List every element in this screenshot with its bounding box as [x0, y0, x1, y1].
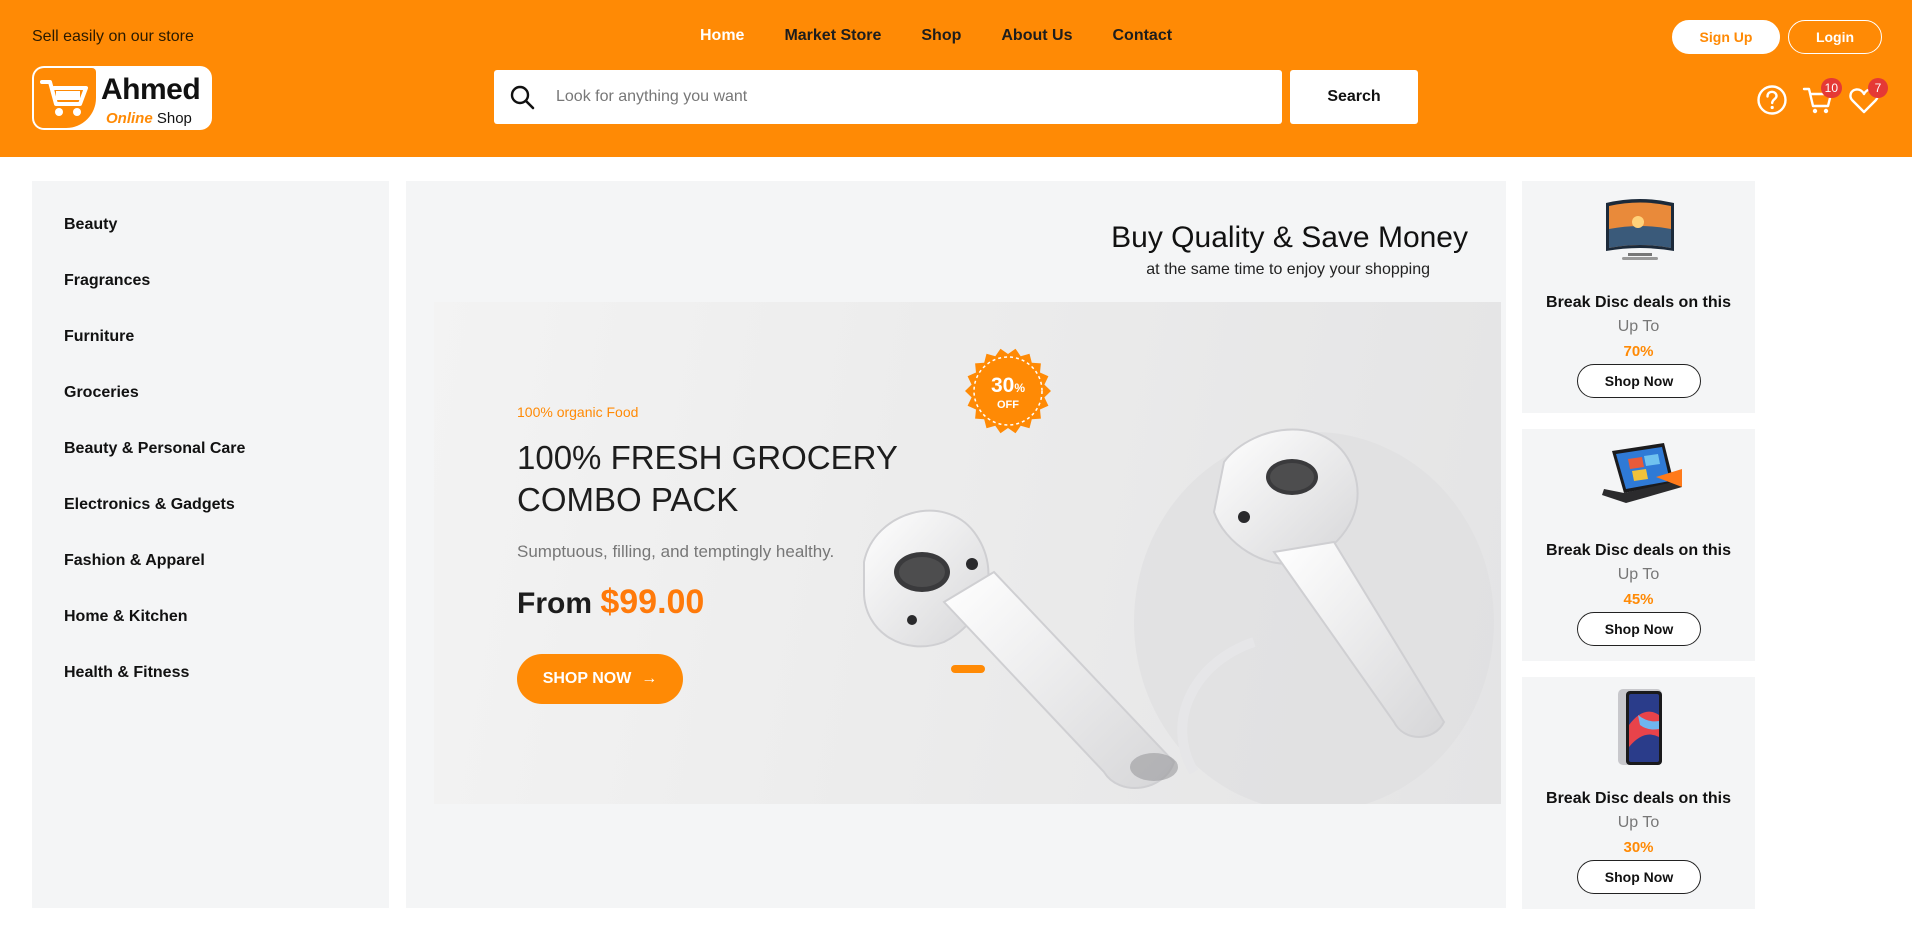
- slide-description: Sumptuous, filling, and temptingly healt…: [517, 542, 835, 561]
- site-header: Sell easily on our store Home Market Sto…: [0, 0, 1912, 157]
- slide-kicker: 100% organic Food: [517, 404, 639, 420]
- category-beauty[interactable]: Beauty: [32, 197, 389, 253]
- header-tagline: Sell easily on our store: [32, 28, 194, 45]
- category-home-kitchen[interactable]: Home & Kitchen: [32, 589, 389, 645]
- logo-name: Ahmed: [101, 73, 201, 106]
- shopping-cart-logo-icon: [34, 68, 96, 128]
- category-groceries[interactable]: Groceries: [32, 365, 389, 421]
- shop-now-button[interactable]: SHOP NOW →: [517, 654, 683, 704]
- deals-column: Break Disc deals on this Up To 70% Shop …: [1522, 181, 1755, 925]
- category-beauty-personal-care[interactable]: Beauty & Personal Care: [32, 421, 389, 477]
- search-button[interactable]: Search: [1290, 70, 1418, 124]
- arrow-right-icon: →: [641, 670, 658, 687]
- carousel-indicator[interactable]: [951, 665, 985, 673]
- deal-title: Break Disc deals on this: [1546, 790, 1731, 807]
- nav-home[interactable]: Home: [700, 27, 744, 45]
- deal-percent: 30%: [1623, 839, 1654, 856]
- auth-buttons: Sign Up Login: [1672, 20, 1882, 54]
- deal-card: Break Disc deals on this Up To 70% Shop …: [1522, 181, 1755, 413]
- sign-up-button[interactable]: Sign Up: [1672, 20, 1780, 54]
- category-electronics-gadgets[interactable]: Electronics & Gadgets: [32, 477, 389, 533]
- logo-subtitle: Online Shop: [106, 110, 192, 127]
- main-nav: Home Market Store Shop About Us Contact: [700, 27, 1172, 45]
- nav-contact[interactable]: Contact: [1112, 27, 1172, 45]
- hero-subheading: at the same time to enjoy your shopping: [1146, 261, 1430, 278]
- nav-about-us[interactable]: About Us: [1001, 27, 1072, 45]
- deal-shop-now-button[interactable]: Shop Now: [1577, 860, 1701, 894]
- category-health-fitness[interactable]: Health & Fitness: [32, 645, 389, 701]
- slide-title: 100% FRESH GROCERY COMBO PACK: [517, 439, 898, 518]
- discount-badge: 30% OFF: [965, 348, 1051, 434]
- curved-tv-image: [1606, 199, 1674, 260]
- laptop-image: [1602, 443, 1682, 503]
- site-logo[interactable]: Ahmed Online Shop: [32, 66, 212, 130]
- login-button[interactable]: Login: [1788, 20, 1882, 54]
- svg-text:OFF: OFF: [997, 399, 1019, 411]
- earbuds-image: [863, 428, 1494, 804]
- header-actions: 10 7: [1756, 78, 1888, 116]
- tablet-image: [1618, 689, 1662, 765]
- deal-upto: Up To: [1617, 566, 1660, 583]
- deal-shop-now-button[interactable]: Shop Now: [1577, 364, 1701, 398]
- category-fashion-apparel[interactable]: Fashion & Apparel: [32, 533, 389, 589]
- deal-upto: Up To: [1617, 814, 1660, 831]
- help-icon[interactable]: [1756, 84, 1788, 116]
- deal-upto: Up To: [1617, 318, 1660, 335]
- search-input[interactable]: [556, 88, 1256, 106]
- nav-shop[interactable]: Shop: [921, 27, 961, 45]
- cart-icon[interactable]: 10: [1802, 78, 1842, 116]
- category-fragrances[interactable]: Fragrances: [32, 253, 389, 309]
- hero-slide[interactable]: 100% organic Food 100% FRESH GROCERY COM…: [434, 302, 1501, 804]
- search-bar: [494, 70, 1282, 124]
- hero-heading: Buy Quality & Save Money: [1111, 221, 1468, 254]
- deal-card: Break Disc deals on this Up To 45% Shop …: [1522, 429, 1755, 661]
- deal-title: Break Disc deals on this: [1546, 542, 1731, 559]
- deal-percent: 45%: [1623, 591, 1654, 608]
- hero-section: Buy Quality & Save Money at the same tim…: [406, 181, 1506, 908]
- category-furniture[interactable]: Furniture: [32, 309, 389, 365]
- search-icon: [508, 83, 536, 111]
- deal-title: Break Disc deals on this: [1546, 294, 1731, 311]
- deal-card: Break Disc deals on this Up To 30% Shop …: [1522, 677, 1755, 909]
- cart-count-badge: 10: [1820, 78, 1842, 98]
- heart-icon[interactable]: 7: [1848, 78, 1888, 116]
- wishlist-count-badge: 7: [1868, 78, 1888, 98]
- nav-market-store[interactable]: Market Store: [784, 27, 881, 45]
- slide-price: From $99.00: [517, 583, 705, 621]
- deal-percent: 70%: [1623, 343, 1654, 360]
- category-sidebar: Beauty Fragrances Furniture Groceries Be…: [32, 181, 389, 908]
- deal-shop-now-button[interactable]: Shop Now: [1577, 612, 1701, 646]
